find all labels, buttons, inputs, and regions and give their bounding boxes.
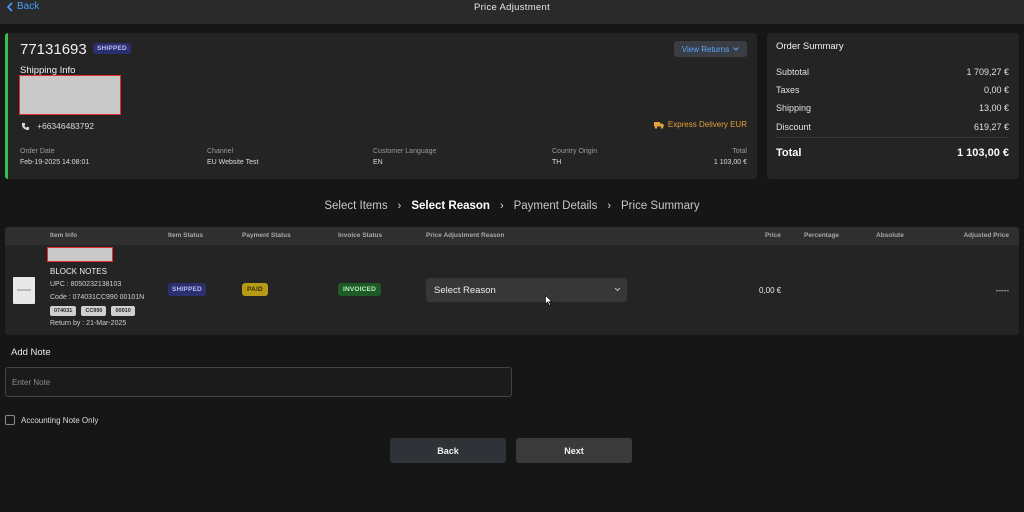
chevron-down-icon: [614, 287, 621, 292]
note-input[interactable]: [5, 367, 512, 397]
item-thumbnail: [13, 277, 35, 304]
page-title: Price Adjustment: [473, 2, 551, 13]
invoice-status-badge: INVOICED: [338, 283, 382, 296]
summary-row-discount: Discount 619,27 €: [776, 122, 1009, 132]
table-header: Item Info Item Status Payment Status Inv…: [5, 227, 1019, 245]
wizard-stepper: Select Items › Select Reason › Payment D…: [0, 200, 1024, 212]
header-item-status: Item Status: [168, 232, 204, 239]
taxes-value: 0,00 €: [983, 85, 1009, 95]
discount-value: 619,27 €: [973, 122, 1009, 132]
subtotal-label: Subtotal: [776, 67, 810, 77]
header-adjusted-price: Adjusted Price: [963, 232, 1009, 239]
order-total-value: 1 103,00 €: [713, 159, 747, 166]
taxes-label: Taxes: [776, 85, 800, 95]
discount-label: Discount: [776, 122, 812, 132]
chevron-down-icon: [733, 47, 740, 51]
channel-value: EU Website Test: [207, 159, 259, 166]
item-name: BLOCK NOTES: [50, 267, 107, 276]
add-note-label: Add Note: [11, 347, 51, 358]
item-price: 0,00 €: [759, 286, 782, 295]
summary-divider: [776, 137, 1009, 138]
header-item-info: Item Info: [50, 232, 78, 239]
order-summary-title: Order Summary: [776, 41, 844, 52]
delivery-method-label: Express Delivery EUR: [667, 120, 747, 129]
total-label: Total: [776, 147, 802, 159]
item-adjusted-price: -----: [995, 286, 1009, 295]
summary-row-subtotal: Subtotal 1 709,27 €: [776, 67, 1009, 77]
view-returns-button[interactable]: View Returns: [674, 41, 747, 57]
order-summary-card: Order Summary Subtotal 1 709,27 € Taxes …: [767, 33, 1019, 179]
header-price: Price: [765, 232, 781, 239]
order-date-label: Order Date: [20, 148, 55, 155]
item-code: Code : 074031CC990 00101N: [50, 294, 145, 301]
header-price-adjustment-reason: Price Adjustment Reason: [426, 232, 505, 239]
country-origin-label: Country Origin: [552, 148, 598, 155]
header-payment-status: Payment Status: [242, 232, 291, 239]
item-code-chips: 074031 CC990 00010: [50, 306, 135, 316]
top-bar: Back Price Adjustment: [0, 0, 1024, 24]
code-chip: CC990: [81, 306, 107, 316]
view-returns-label: View Returns: [681, 44, 730, 54]
accounting-note-label: Accounting Note Only: [21, 415, 99, 425]
delivery-method: Express Delivery EUR: [653, 120, 747, 129]
order-date-value: Feb-19-2025 14:08:01: [20, 159, 90, 166]
header-absolute: Absolute: [876, 232, 904, 239]
item-return-by: Return by : 21-Mar-2025: [50, 320, 127, 327]
redacted-address: [19, 75, 121, 115]
back-button[interactable]: Back: [390, 438, 506, 463]
summary-total-row: Total 1 103,00 €: [776, 147, 1009, 159]
summary-row-taxes: Taxes 0,00 €: [776, 85, 1009, 95]
header-percentage: Percentage: [804, 232, 840, 239]
code-chip: 074031: [50, 306, 77, 316]
step-select-items[interactable]: Select Items: [324, 200, 387, 212]
total-value: 1 103,00 €: [957, 147, 1009, 159]
step-select-reason[interactable]: Select Reason: [411, 200, 490, 212]
item-upc: UPC : 8050232138103: [50, 281, 122, 288]
phone-number: +66346483792: [37, 121, 94, 131]
phone-icon: [21, 122, 30, 130]
shipping-value: 13,00 €: [978, 103, 1009, 113]
code-chip: 00010: [111, 306, 135, 316]
next-button[interactable]: Next: [516, 438, 632, 463]
redacted-item-info: [47, 247, 113, 262]
items-table: Item Info Item Status Payment Status Inv…: [5, 227, 1019, 335]
header-invoice-status: Invoice Status: [338, 232, 383, 239]
payment-status-badge: PAID: [242, 283, 268, 296]
step-price-summary[interactable]: Price Summary: [621, 200, 700, 212]
chevron-right-icon: ›: [499, 200, 504, 212]
item-status-badge: SHIPPED: [168, 283, 206, 296]
price-adjustment-reason-select[interactable]: Select Reason: [426, 278, 627, 302]
reason-select-value: Select Reason: [434, 284, 496, 296]
summary-row-shipping: Shipping 13,00 €: [776, 103, 1009, 113]
shipping-label: Shipping: [776, 103, 812, 113]
status-accent-bar: [5, 33, 8, 179]
order-info-card: 77131693 SHIPPED View Returns Shipping I…: [5, 33, 757, 179]
customer-language-value: EN: [373, 159, 383, 166]
order-number: 77131693: [20, 41, 87, 58]
mouse-cursor-icon: [545, 295, 553, 306]
channel-label: Channel: [207, 148, 234, 155]
phone-row: +66346483792: [21, 121, 94, 131]
step-payment-details[interactable]: Payment Details: [514, 200, 598, 212]
accounting-note-option[interactable]: Accounting Note Only: [5, 415, 98, 425]
country-origin-value: TH: [552, 159, 562, 166]
chevron-right-icon: ›: [607, 200, 612, 212]
truck-icon: [653, 121, 664, 129]
order-status-badge: SHIPPED: [93, 43, 131, 54]
accounting-note-checkbox[interactable]: [5, 415, 15, 425]
order-total-label: Total: [732, 148, 747, 155]
subtotal-value: 1 709,27 €: [966, 67, 1009, 77]
chevron-right-icon: ›: [397, 200, 402, 212]
customer-language-label: Customer Language: [373, 148, 437, 155]
